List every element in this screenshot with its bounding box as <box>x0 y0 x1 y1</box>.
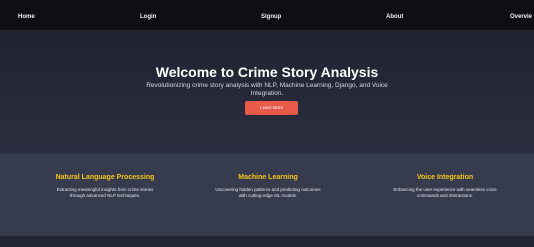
nav-link-about[interactable]: About <box>386 12 403 22</box>
hero-title: Welcome to Crime Story Analysis <box>155 64 379 80</box>
hero-subtitle: Revolutionizing crime story analysis wit… <box>146 82 388 97</box>
nav-link-login[interactable]: Login <box>140 12 156 22</box>
feature-card-voice: Voice Integration Enhancing the user exp… <box>390 174 500 198</box>
features-section: Natural Language Processing Extracting m… <box>0 154 534 236</box>
nav-link-home[interactable]: Home <box>18 12 35 22</box>
feature-title: Machine Learning <box>238 174 298 181</box>
feature-description: Uncovering hidden patterns and predictin… <box>215 187 321 198</box>
feature-description: Enhancing the user experience with seaml… <box>393 187 497 198</box>
nav-link-overview[interactable]: Overvie <box>510 12 532 22</box>
feature-title: Voice Integration <box>416 174 474 181</box>
feature-card-ml: Machine Learning Uncovering hidden patte… <box>213 174 323 198</box>
feature-title: Natural Language Processing <box>55 174 155 181</box>
top-navbar: Home Login Signup About Overvie <box>0 0 534 30</box>
hero-section: Welcome to Crime Story Analysis Revoluti… <box>0 30 534 154</box>
learn-more-button[interactable]: Learn More <box>245 101 298 115</box>
feature-card-nlp: Natural Language Processing Extracting m… <box>50 174 160 198</box>
feature-description: Extracting meaningful insights from crim… <box>56 187 154 198</box>
footer-strip <box>0 236 534 247</box>
nav-link-signup[interactable]: Signup <box>261 12 281 22</box>
